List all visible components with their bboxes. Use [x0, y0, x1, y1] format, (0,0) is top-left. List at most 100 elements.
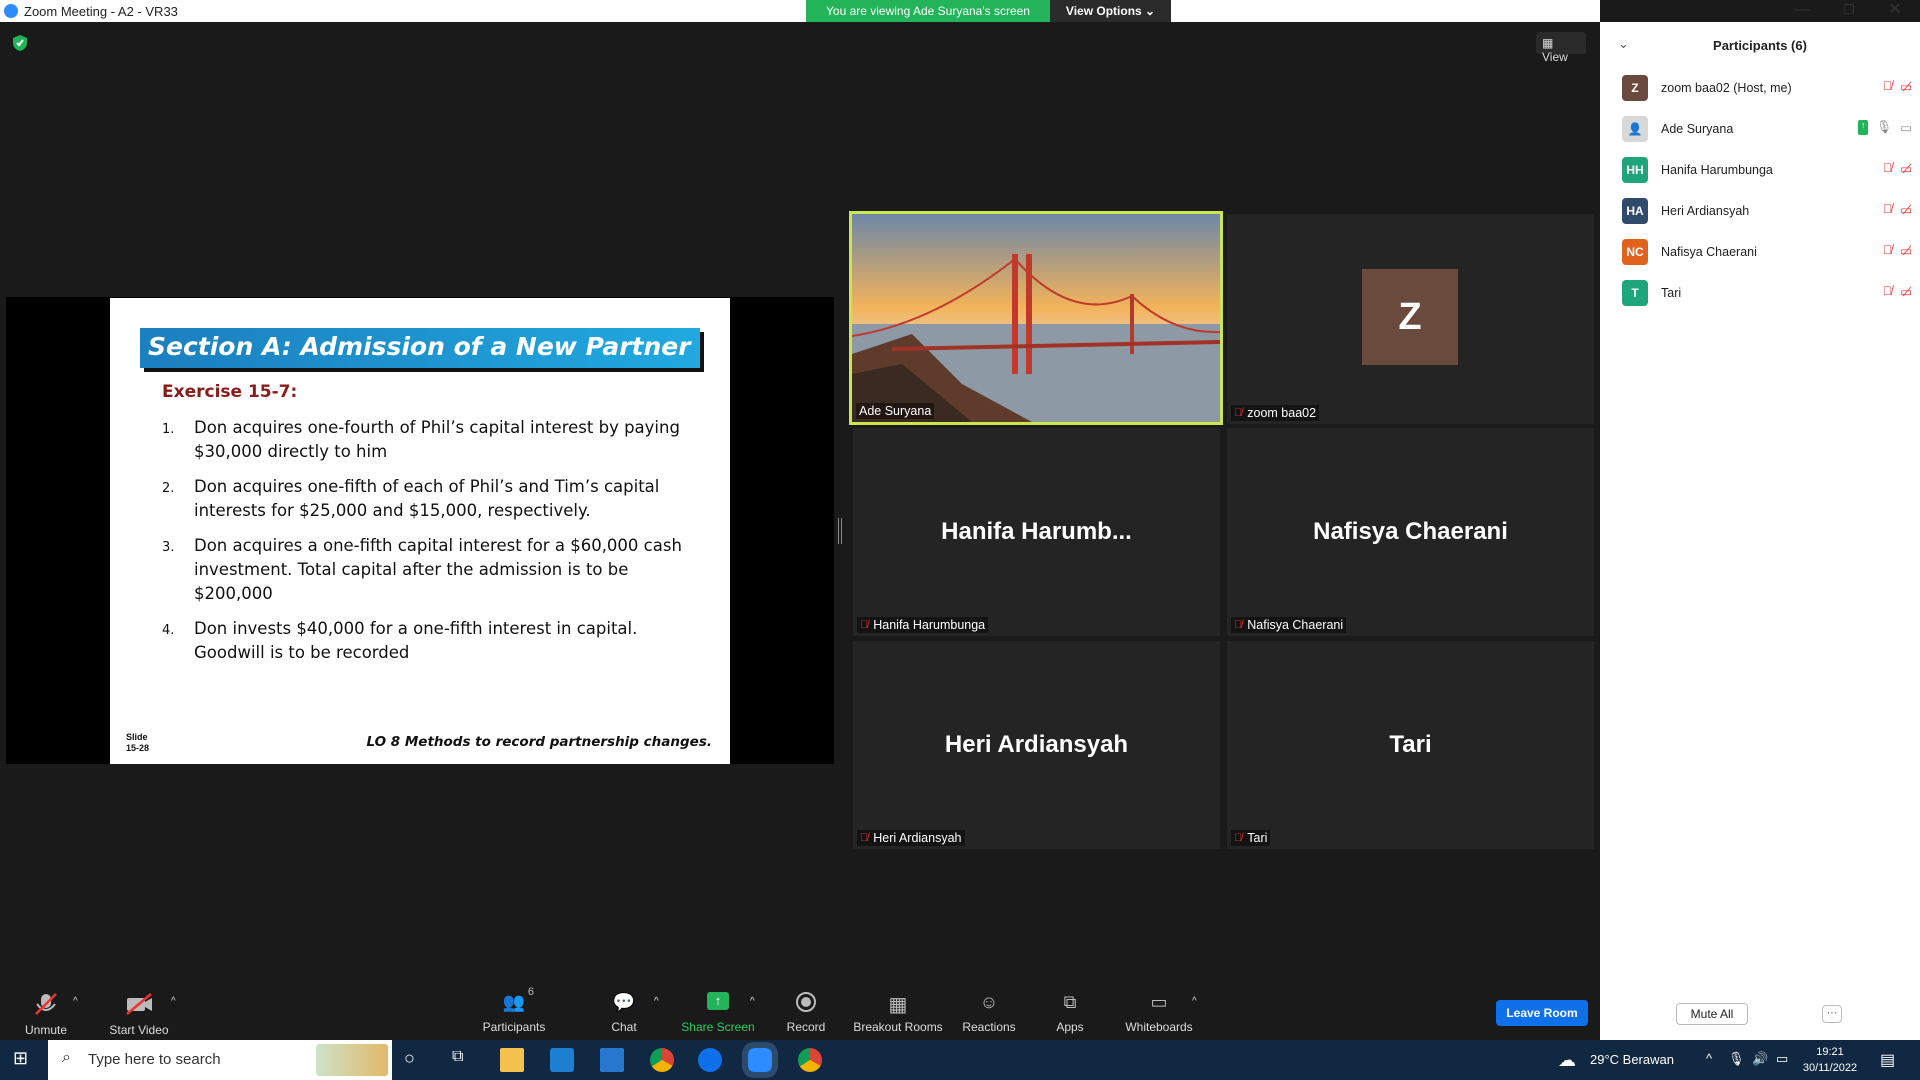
notifications-icon[interactable]: ▤ — [1880, 1050, 1895, 1080]
participant-row[interactable]: T Tari 🎙̸ ▭̸ — [1622, 279, 1912, 307]
video-tile-nafisya[interactable]: Nafisya Chaerani 🎙̸ Nafisya Chaerani — [1227, 428, 1594, 636]
clock[interactable]: 19:21 30/11/2022 — [1800, 1044, 1860, 1080]
windows-start-icon[interactable]: ⊞ — [13, 1048, 37, 1072]
task-view-icon[interactable]: ⧉ — [452, 1048, 476, 1072]
participant-name-label: 🎙̸ zoom baa02 — [1231, 405, 1320, 421]
whiteboards-button[interactable]: ▭ Whiteboards — [1122, 984, 1196, 1034]
video-options-chevron-icon[interactable]: ^ — [171, 996, 176, 1007]
chat-button[interactable]: 💬 Chat — [596, 984, 652, 1034]
record-icon — [786, 992, 826, 1016]
participant-row[interactable]: 👤 Ade Suryana ↑ 🎙 ▭ — [1622, 115, 1912, 143]
share-options-chevron-icon[interactable]: ^ — [750, 996, 755, 1007]
avatar: Z — [1362, 269, 1458, 365]
title-bar: Zoom Meeting - A2 - VR33 — [0, 0, 1600, 22]
video-camera-icon[interactable]: ▭ — [1900, 120, 1912, 135]
more-options-button[interactable]: ··· — [1822, 1005, 1842, 1023]
slide-number: Slide 15-28 — [126, 732, 150, 753]
avatar: T — [1622, 280, 1648, 306]
weather-cloud-icon[interactable]: ☁ — [1558, 1050, 1576, 1080]
taskbar-search-box[interactable]: ⌕ Type here to search — [48, 1040, 392, 1080]
close-icon[interactable]: ✕ — [1872, 0, 1918, 22]
share-screen-button[interactable]: ↑ Share Screen — [676, 984, 760, 1034]
mic-muted-icon[interactable]: 🎙̸ — [1883, 243, 1892, 258]
participant-name-label: 🎙̸ Hanifa Harumbunga — [857, 617, 989, 633]
tray-chevron-icon[interactable]: ^ — [1706, 1051, 1712, 1080]
record-button[interactable]: Record — [780, 984, 832, 1034]
participant-row[interactable]: HH Hanifa Harumbunga 🎙̸ ▭̸ — [1622, 156, 1912, 184]
microsoft-store-icon[interactable] — [550, 1048, 574, 1072]
audio-options-chevron-icon[interactable]: ^ — [73, 996, 78, 1007]
minimize-icon[interactable]: — — [1780, 0, 1826, 22]
zoom-taskbar-icon[interactable] — [742, 1042, 778, 1078]
view-button[interactable]: ▦ View — [1536, 32, 1586, 64]
breakout-rooms-icon: ▦ — [888, 994, 908, 1016]
reactions-button[interactable]: ☺ Reactions — [960, 984, 1018, 1034]
participant-name-label: 🎙̸ Nafisya Chaerani — [1231, 617, 1347, 633]
cortana-circle-icon[interactable]: ○ — [404, 1048, 428, 1072]
video-tile-tari[interactable]: Tari 🎙̸ Tari — [1227, 641, 1594, 849]
start-video-button[interactable]: Start Video — [104, 984, 174, 1037]
breakout-rooms-button[interactable]: ▦ Breakout Rooms — [852, 984, 944, 1034]
video-off-icon[interactable]: ▭̸ — [1900, 202, 1912, 217]
participant-name-label: 🎙̸ Heri Ardiansyah — [857, 830, 965, 846]
chat-bubble-icon: 💬 — [612, 992, 636, 1012]
whiteboard-options-chevron-icon[interactable]: ^ — [1192, 996, 1197, 1007]
learning-objective: LO 8 Methods to record partnership chang… — [366, 734, 712, 750]
video-off-icon[interactable]: ▭̸ — [1900, 79, 1912, 94]
presentation-slide: Section A: Admission of a New Partner Ex… — [110, 298, 730, 764]
mic-muted-icon[interactable]: 🎙̸ — [1883, 79, 1892, 94]
avatar: HA — [1622, 198, 1648, 224]
participant-display-name: Heri Ardiansyah — [944, 731, 1129, 758]
mic-muted-icon: 🎙̸ — [1234, 407, 1243, 419]
video-camera-off-icon — [126, 993, 152, 1015]
window-title: Zoom Meeting - A2 - VR33 — [24, 4, 178, 19]
chrome-icon[interactable] — [650, 1048, 674, 1072]
mic-muted-icon[interactable]: 🎙̸ — [1883, 161, 1892, 176]
video-tile-hanifa[interactable]: Hanifa Harumb... 🎙̸ Hanifa Harumbunga — [853, 428, 1220, 636]
windows-taskbar: ⊞ ⌕ Type here to search ○ ⧉ ☁ 29°C Beraw… — [0, 1040, 1920, 1080]
chrome-profile-icon[interactable] — [798, 1048, 822, 1072]
chat-options-chevron-icon[interactable]: ^ — [654, 996, 659, 1007]
participants-icon: 👥 6 — [502, 986, 534, 1012]
tray-microphone-icon[interactable]: 🎙 — [1728, 1051, 1745, 1080]
whiteboard-icon: ▭ — [1150, 992, 1168, 1012]
participant-row[interactable]: HA Heri Ardiansyah 🎙̸ ▭̸ — [1622, 197, 1912, 225]
split-handle[interactable] — [838, 518, 842, 544]
participant-name-label: 🎙̸ Tari — [1231, 830, 1271, 846]
exercise-heading: Exercise 15-7: — [162, 382, 298, 402]
participant-name-label: Ade Suryana — [856, 403, 935, 419]
leave-room-button[interactable]: Leave Room — [1496, 1000, 1588, 1026]
participant-row[interactable]: NC Nafisya Chaerani 🎙̸ ▭̸ — [1622, 238, 1912, 266]
screen-sharing-icon: ↑ — [1857, 120, 1869, 135]
file-explorer-icon[interactable] — [500, 1048, 524, 1072]
apps-button[interactable]: ⧉ Apps — [1050, 984, 1090, 1034]
participants-panel: ⌄ Participants (6) Z zoom baa02 (Host, m… — [1600, 22, 1920, 1040]
video-tile-ade-suryana[interactable]: Ade Suryana — [849, 211, 1223, 425]
teamviewer-icon[interactable] — [698, 1048, 722, 1072]
mic-muted-icon[interactable]: 🎙̸ — [1883, 284, 1892, 299]
participants-button[interactable]: 👥 6 Participants — [476, 984, 552, 1034]
participant-display-name: Hanifa Harumb... — [941, 518, 1132, 545]
volume-icon[interactable]: 🔊 — [1752, 1051, 1768, 1080]
weather-text[interactable]: 29°C Berawan — [1590, 1052, 1674, 1080]
avatar: Z — [1622, 75, 1648, 101]
video-tile-heri[interactable]: Heri Ardiansyah 🎙̸ Heri Ardiansyah — [853, 641, 1220, 849]
unmute-button[interactable]: Unmute — [18, 984, 74, 1037]
video-off-icon[interactable]: ▭̸ — [1900, 284, 1912, 299]
restore-icon[interactable]: ❐ — [1826, 0, 1872, 22]
apps-icon: ⧉ — [1063, 992, 1077, 1012]
mic-muted-icon: 🎙̸ — [1234, 619, 1243, 631]
video-off-icon[interactable]: ▭̸ — [1900, 161, 1912, 176]
mic-muted-icon[interactable]: 🎙̸ — [1883, 202, 1892, 217]
view-options-button[interactable]: View Options ⌄ — [1050, 0, 1171, 22]
video-tile-zoom-baa02[interactable]: Z 🎙̸ zoom baa02 — [1227, 214, 1594, 424]
list-item: 2. Don acquires one-fifth of each of Phil… — [162, 477, 660, 520]
mail-icon[interactable] — [600, 1048, 624, 1072]
microphone-icon[interactable]: 🎙 — [1876, 120, 1892, 135]
video-off-icon[interactable]: ▭̸ — [1900, 243, 1912, 258]
mute-all-button[interactable]: Mute All — [1676, 1003, 1748, 1025]
network-icon[interactable]: ▭ — [1776, 1051, 1788, 1080]
participants-title: Participants (6) — [1713, 38, 1807, 53]
participant-row[interactable]: Z zoom baa02 (Host, me) 🎙̸ ▭̸ — [1622, 74, 1912, 102]
microphone-muted-icon — [35, 993, 57, 1015]
